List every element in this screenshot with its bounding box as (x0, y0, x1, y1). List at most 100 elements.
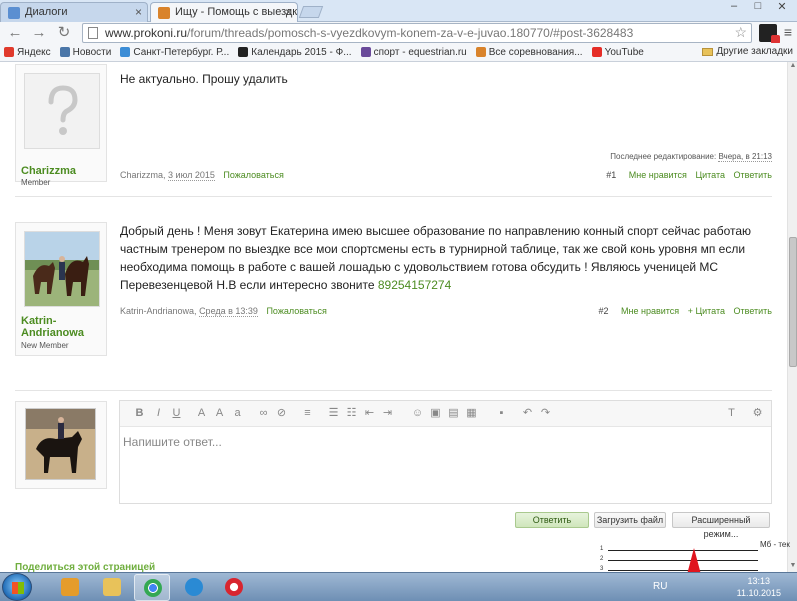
reply-input[interactable]: Напишите ответ... (120, 427, 771, 457)
italic-icon[interactable]: I (151, 406, 166, 421)
media-player-icon (61, 578, 79, 596)
report-link[interactable]: Пожаловаться (223, 170, 283, 180)
undo-icon[interactable]: ↶ (520, 406, 535, 421)
taskbar-media-player[interactable] (52, 574, 88, 601)
unlink-icon[interactable]: ⊘ (274, 406, 289, 421)
reply-button[interactable]: Ответить (515, 512, 589, 528)
advanced-mode-button[interactable]: Расширенный режим... (672, 512, 770, 539)
vk-icon (59, 47, 70, 57)
report-link[interactable]: Пожаловаться (266, 306, 326, 316)
tab-forum-thread[interactable]: Ищу - Помощь с выездко × (150, 2, 298, 22)
close-icon[interactable]: × (135, 5, 142, 19)
taskbar-chrome[interactable] (134, 574, 170, 601)
meter-tick: 1 (600, 546, 604, 552)
smiley-icon[interactable]: ☺ (410, 406, 425, 421)
reload-icon[interactable]: ↻ (55, 24, 73, 42)
extension-icon[interactable] (759, 24, 780, 44)
close-window-icon[interactable]: ✕ (771, 0, 793, 16)
post-date[interactable]: Среда в 13:39 (199, 306, 258, 317)
meter-line (608, 550, 758, 551)
settings-icon[interactable]: ⚙ (750, 406, 765, 421)
post-author[interactable]: Katrin-Andrianowa, (120, 306, 197, 316)
horse-icon (475, 47, 486, 57)
forward-icon[interactable]: → (30, 24, 48, 42)
outdent-icon[interactable]: ⇤ (362, 406, 377, 421)
tab-dialogs[interactable]: Диалоги × (0, 2, 148, 22)
new-tab-button[interactable] (298, 6, 324, 18)
reply-link[interactable]: Ответить (734, 306, 772, 316)
bookmark-spb[interactable]: Санкт-Петербург. Р... (120, 47, 229, 58)
username-link[interactable]: Charizzma (21, 165, 76, 177)
save-draft-icon[interactable]: ▪ (494, 406, 509, 421)
post-actions: #2 Мне нравится + Цитата Ответить (592, 306, 772, 316)
phone-number: 89254157274 (377, 278, 452, 292)
like-link[interactable]: Мне нравится (629, 170, 687, 180)
underline-icon[interactable]: U (169, 406, 184, 421)
close-icon[interactable]: × (285, 5, 292, 19)
maximize-icon[interactable]: □ (747, 0, 769, 16)
taskbar-ie[interactable] (176, 574, 212, 601)
username-link[interactable]: Katrin-Andrianowa (21, 315, 106, 339)
post-number[interactable]: #2 (598, 306, 608, 316)
like-link[interactable]: Мне нравится (621, 306, 679, 316)
menu-icon[interactable]: ≡ (781, 24, 795, 40)
align-icon[interactable]: ≡ (300, 406, 315, 421)
bookmark-youtube[interactable]: YouTube (591, 47, 644, 58)
quote-link[interactable]: Цитата (695, 170, 725, 180)
forum-page: Charizzma Member Не актуально. Прошу уда… (0, 62, 797, 572)
font-family-icon[interactable]: a (230, 406, 245, 421)
user-title: Member (21, 178, 51, 187)
minimize-icon[interactable]: – (723, 0, 745, 16)
font-color-icon[interactable]: A (194, 406, 209, 421)
user-avatar[interactable] (24, 231, 100, 307)
meter-tick: 2 (600, 556, 604, 562)
font-size-icon[interactable]: A (212, 406, 227, 421)
code-icon[interactable]: ▦ (464, 406, 479, 421)
bold-icon[interactable]: B (132, 406, 147, 421)
opera-icon (225, 578, 243, 596)
bookmark-equestrian[interactable]: спорт - equestrian.ru (360, 47, 467, 58)
image-icon[interactable]: ▣ (428, 406, 443, 421)
quote-link[interactable]: + Цитата (688, 306, 725, 316)
chrome-icon (144, 579, 162, 597)
bullet-list-icon[interactable]: ☰ (326, 406, 341, 421)
clock-date: 11.10.2015 (736, 588, 781, 598)
edited-note: Последнее редактирование: Вчера, в 21:13 (610, 152, 772, 162)
post-divider (15, 390, 772, 391)
indent-icon[interactable]: ⇥ (380, 406, 395, 421)
post-number[interactable]: #1 (606, 170, 616, 180)
reply-link[interactable]: Ответить (734, 170, 772, 180)
remove-format-icon[interactable]: T (724, 406, 739, 421)
link-icon[interactable]: ∞ (256, 406, 271, 421)
bookmark-label: Все соревнования... (488, 46, 583, 58)
upload-file-button[interactable]: Загрузить файл (594, 512, 666, 528)
post-author[interactable]: Charizzma, (120, 170, 166, 180)
scroll-up-icon[interactable]: ▲ (788, 62, 797, 72)
start-button[interactable] (2, 573, 32, 601)
language-indicator[interactable]: RU (653, 581, 667, 592)
share-heading: Поделиться этой страницей (15, 562, 156, 572)
back-icon[interactable]: ← (6, 24, 24, 42)
bookmark-news[interactable]: Новости (59, 47, 111, 58)
post-meta: Charizzma, 3 июл 2015 Пожаловаться (120, 170, 284, 181)
default-avatar[interactable] (24, 73, 100, 149)
rider-photo-icon (26, 409, 95, 479)
redo-icon[interactable]: ↷ (538, 406, 553, 421)
post-divider (15, 196, 772, 197)
taskbar-explorer[interactable] (94, 574, 130, 601)
bookmark-yandex[interactable]: Яндекс (4, 47, 51, 58)
number-list-icon[interactable]: ☷ (344, 406, 359, 421)
scroll-thumb[interactable] (789, 237, 797, 367)
other-bookmarks[interactable]: Другие закладки (702, 46, 793, 57)
current-user-avatar[interactable] (25, 408, 96, 480)
address-bar[interactable]: www.prokoni.ru/forum/threads/pomosch-s-v… (82, 23, 752, 43)
bookmark-competitions[interactable]: Все соревнования... (475, 46, 583, 58)
horse-icon (238, 47, 249, 57)
post-date[interactable]: 3 июл 2015 (168, 170, 215, 181)
bookmark-star-icon[interactable]: ☆ (734, 24, 747, 41)
bookmark-calendar[interactable]: Календарь 2015 - Ф... (238, 47, 352, 58)
media-icon[interactable]: ▤ (446, 406, 461, 421)
clock[interactable]: 13:13 11.10.2015 (737, 575, 781, 599)
page-scrollbar[interactable]: ▲ ▼ (787, 62, 797, 572)
taskbar-opera[interactable] (216, 574, 252, 601)
